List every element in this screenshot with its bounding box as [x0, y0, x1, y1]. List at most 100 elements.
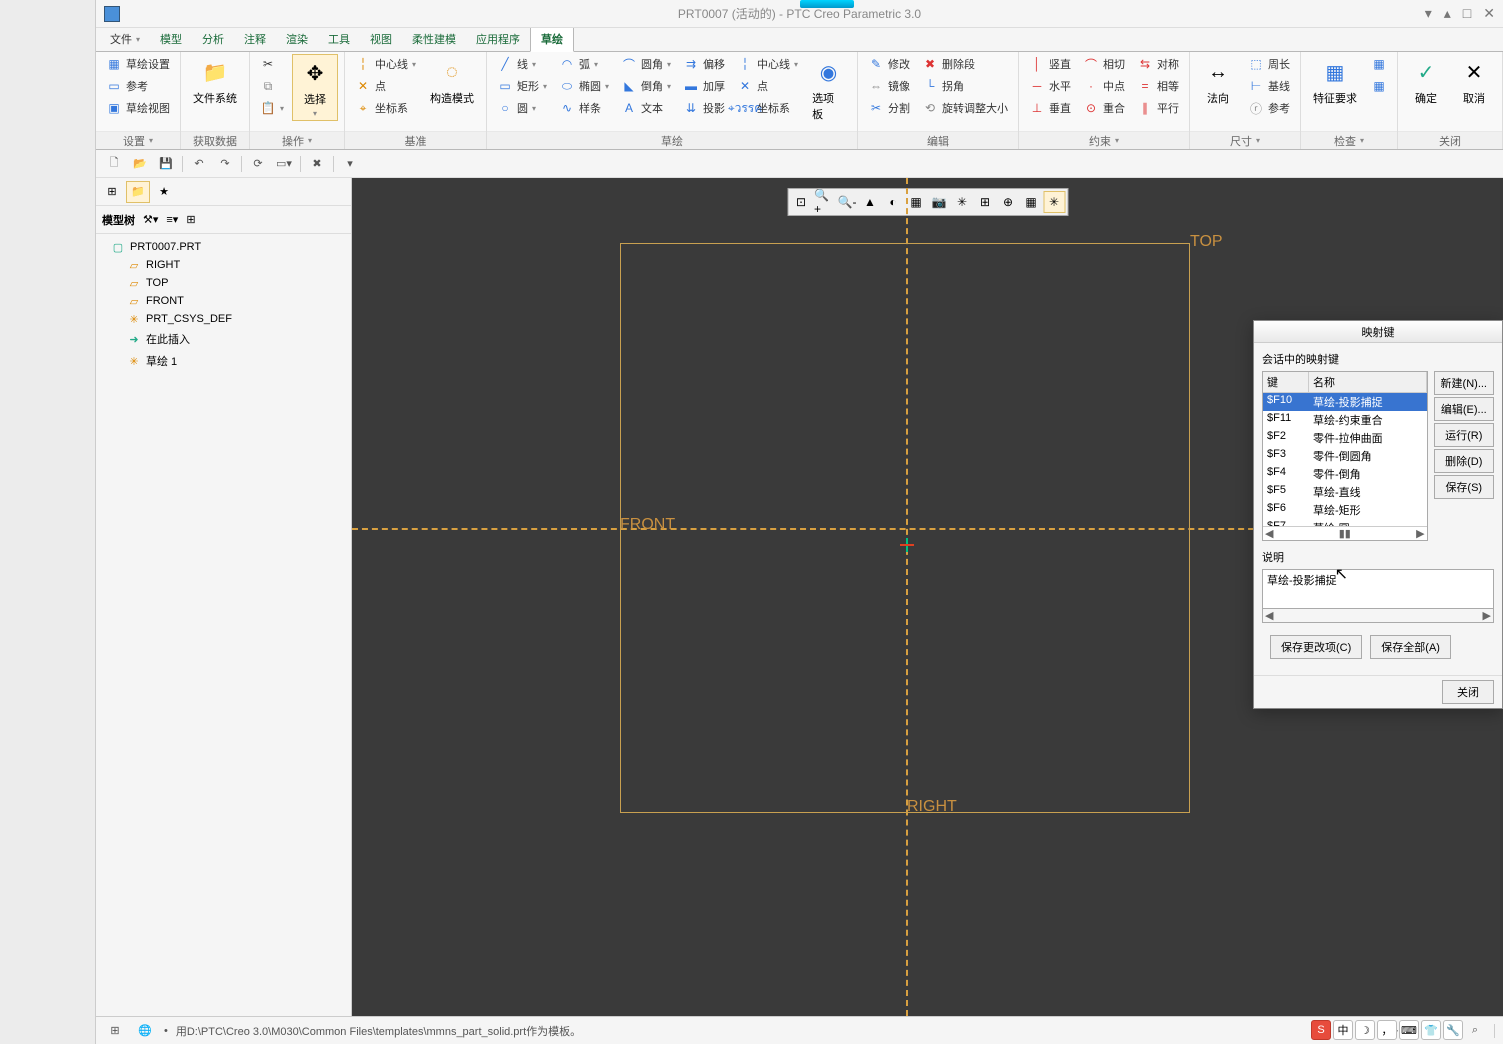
maximize-button[interactable]: □	[1463, 5, 1471, 22]
inspect-1-button[interactable]: ▦	[1367, 54, 1391, 74]
coincident-constraint-button[interactable]: ⊙重合	[1079, 98, 1129, 118]
regen-button[interactable]: ⟳	[248, 154, 268, 174]
close-dialog-button[interactable]: 关闭	[1442, 680, 1494, 704]
save-all-button[interactable]: 保存全部(A)	[1370, 635, 1451, 659]
coordsys-button[interactable]: ⌖坐标系	[351, 98, 420, 118]
shading-button[interactable]: ◐	[882, 191, 904, 213]
project-button[interactable]: ⇊投影	[679, 98, 729, 118]
mapkey-row[interactable]: $F2零件-拉伸曲面	[1263, 429, 1427, 447]
cancel-button[interactable]: ✕取消	[1452, 54, 1496, 108]
tree-settings-icon[interactable]: ⚒▾	[143, 213, 158, 226]
offset-button[interactable]: ⇉偏移	[679, 54, 729, 74]
centerline-button[interactable]: ╎中心线▾	[351, 54, 420, 74]
tree-item-sketch1[interactable]: ✳草绘 1	[98, 350, 349, 372]
mapkey-row[interactable]: $F6草绘-矩形	[1263, 501, 1427, 519]
save-quickbutton[interactable]: 💾	[156, 154, 176, 174]
thicken-button[interactable]: ▬加厚	[679, 76, 729, 96]
status-find-button[interactable]: ⌕	[1464, 1021, 1486, 1041]
save-changed-button[interactable]: 保存更改项(C)	[1270, 635, 1362, 659]
sketch-settings-button[interactable]: ▦草绘设置	[102, 54, 174, 74]
annotation-display-button[interactable]: ⊞	[974, 191, 996, 213]
delete-mapkey-button[interactable]: 删除(D)	[1434, 449, 1494, 473]
tree-item-insert[interactable]: ➜在此插入	[98, 328, 349, 350]
scroll-right-icon[interactable]: ▶	[1416, 527, 1424, 540]
mapkey-row[interactable]: $F3零件-倒圆角	[1263, 447, 1427, 465]
snap-button[interactable]: ✳	[1043, 191, 1065, 213]
chamfer-button[interactable]: ◣倒角▾	[617, 76, 675, 96]
mapkey-row[interactable]: $F11草绘-约束重合	[1263, 411, 1427, 429]
undo-button[interactable]: ↶	[189, 154, 209, 174]
vertical-constraint-button[interactable]: │竖直	[1025, 54, 1075, 74]
point-button[interactable]: ✕点	[351, 76, 420, 96]
tab-analysis[interactable]: 分析	[192, 27, 234, 51]
run-mapkey-button[interactable]: 运行(R)	[1434, 423, 1494, 447]
line-button[interactable]: ╱线▾	[493, 54, 551, 74]
scroll-left-icon[interactable]: ◀	[1265, 527, 1273, 540]
redo-button[interactable]: ↷	[215, 154, 235, 174]
cut-button[interactable]: ✂	[256, 54, 288, 74]
zoom-in-button[interactable]: 🔍+	[813, 191, 835, 213]
ellipse-button[interactable]: ⬭椭圆▾	[555, 76, 613, 96]
tree-item-right[interactable]: ▱RIGHT	[98, 256, 349, 274]
reference-button[interactable]: ▭参考	[102, 76, 174, 96]
status-browser-icon[interactable]: 🌐	[134, 1021, 156, 1041]
tree-filter-icon[interactable]: ≡▾	[166, 213, 178, 226]
tab-app[interactable]: 应用程序	[466, 27, 530, 51]
tab-flex[interactable]: 柔性建模	[402, 27, 466, 51]
ime-moon-icon[interactable]: ☽	[1355, 1020, 1375, 1040]
customize-button[interactable]: ▾	[340, 154, 360, 174]
tree-tab-1[interactable]: ⊞	[100, 181, 124, 203]
delete-segment-button[interactable]: ✖删除段	[918, 54, 1012, 74]
ime-punct-icon[interactable]: ，	[1377, 1020, 1397, 1040]
mapkeys-list[interactable]: 键 名称 $F10草绘-投影捕捉$F11草绘-约束重合$F2零件-拉伸曲面$F3…	[1262, 371, 1428, 541]
tree-expand-icon[interactable]: ⊞	[186, 213, 195, 226]
ime-lang-button[interactable]: 中	[1333, 1020, 1353, 1040]
save-mapkey-button[interactable]: 保存(S)	[1434, 475, 1494, 499]
tab-tools[interactable]: 工具	[318, 27, 360, 51]
desc-scroll-right-icon[interactable]: ▶	[1483, 609, 1491, 622]
tree-item-csys[interactable]: ✳PRT_CSYS_DEF	[98, 310, 349, 328]
spin-center-button[interactable]: ⊕	[997, 191, 1019, 213]
circle-button[interactable]: ○圆▾	[493, 98, 551, 118]
open-button[interactable]: 📂	[130, 154, 150, 174]
tree-tab-3[interactable]: ★	[152, 181, 176, 203]
tree-item-front[interactable]: ▱FRONT	[98, 292, 349, 310]
tab-sketch[interactable]: 草绘	[530, 26, 574, 52]
tab-annotate[interactable]: 注释	[234, 27, 276, 51]
tree-root[interactable]: ▢PRT0007.PRT	[98, 238, 349, 256]
tab-model[interactable]: 模型	[150, 27, 192, 51]
copy-button[interactable]: ⧉	[256, 76, 288, 96]
ime-keyboard-icon[interactable]: ⌨	[1399, 1020, 1419, 1040]
palette-button[interactable]: ◉选项板	[806, 54, 851, 124]
mapkey-row[interactable]: $F4零件-倒角	[1263, 465, 1427, 483]
grid-button[interactable]: ▦	[1020, 191, 1042, 213]
normal-dim-button[interactable]: ↔法向	[1196, 54, 1240, 108]
refit-button[interactable]: ⊡	[790, 191, 812, 213]
horizontal-constraint-button[interactable]: ─水平	[1025, 76, 1075, 96]
new-mapkey-button[interactable]: 新建(N)...	[1434, 371, 1494, 395]
ime-tool-icon[interactable]: 🔧	[1443, 1020, 1463, 1040]
select-button[interactable]: ✥选择▾	[292, 54, 338, 121]
tree-item-top[interactable]: ▱TOP	[98, 274, 349, 292]
arc-button[interactable]: ◠弧▾	[555, 54, 613, 74]
saved-views-button[interactable]: 📷	[928, 191, 950, 213]
inspect-2-button[interactable]: ▦	[1367, 76, 1391, 96]
corner-button[interactable]: └拐角	[918, 76, 1012, 96]
tab-view[interactable]: 视图	[360, 27, 402, 51]
edit-mapkey-button[interactable]: 编辑(E)...	[1434, 397, 1494, 421]
perpendicular-constraint-button[interactable]: ⊥垂直	[1025, 98, 1075, 118]
desc-scroll-left-icon[interactable]: ◀	[1265, 609, 1273, 622]
perimeter-button[interactable]: ⬚周长	[1244, 54, 1294, 74]
rect-button[interactable]: ▭矩形▾	[493, 76, 551, 96]
text-button[interactable]: A文本	[617, 98, 675, 118]
ime-skin-icon[interactable]: 👕	[1421, 1020, 1441, 1040]
repaint-button[interactable]: ▲	[859, 191, 881, 213]
point2-button[interactable]: ✕点	[733, 76, 802, 96]
equal-constraint-button[interactable]: =相等	[1133, 76, 1183, 96]
midpoint-constraint-button[interactable]: ·中点	[1079, 76, 1129, 96]
reference-dim-button[interactable]: ⓡ参考	[1244, 98, 1294, 118]
mapkey-row[interactable]: $F5草绘-直线	[1263, 483, 1427, 501]
mapkey-row[interactable]: $F10草绘-投影捕捉	[1263, 393, 1427, 411]
baseline-button[interactable]: ⊢基线	[1244, 76, 1294, 96]
datum-display-button[interactable]: ✳	[951, 191, 973, 213]
